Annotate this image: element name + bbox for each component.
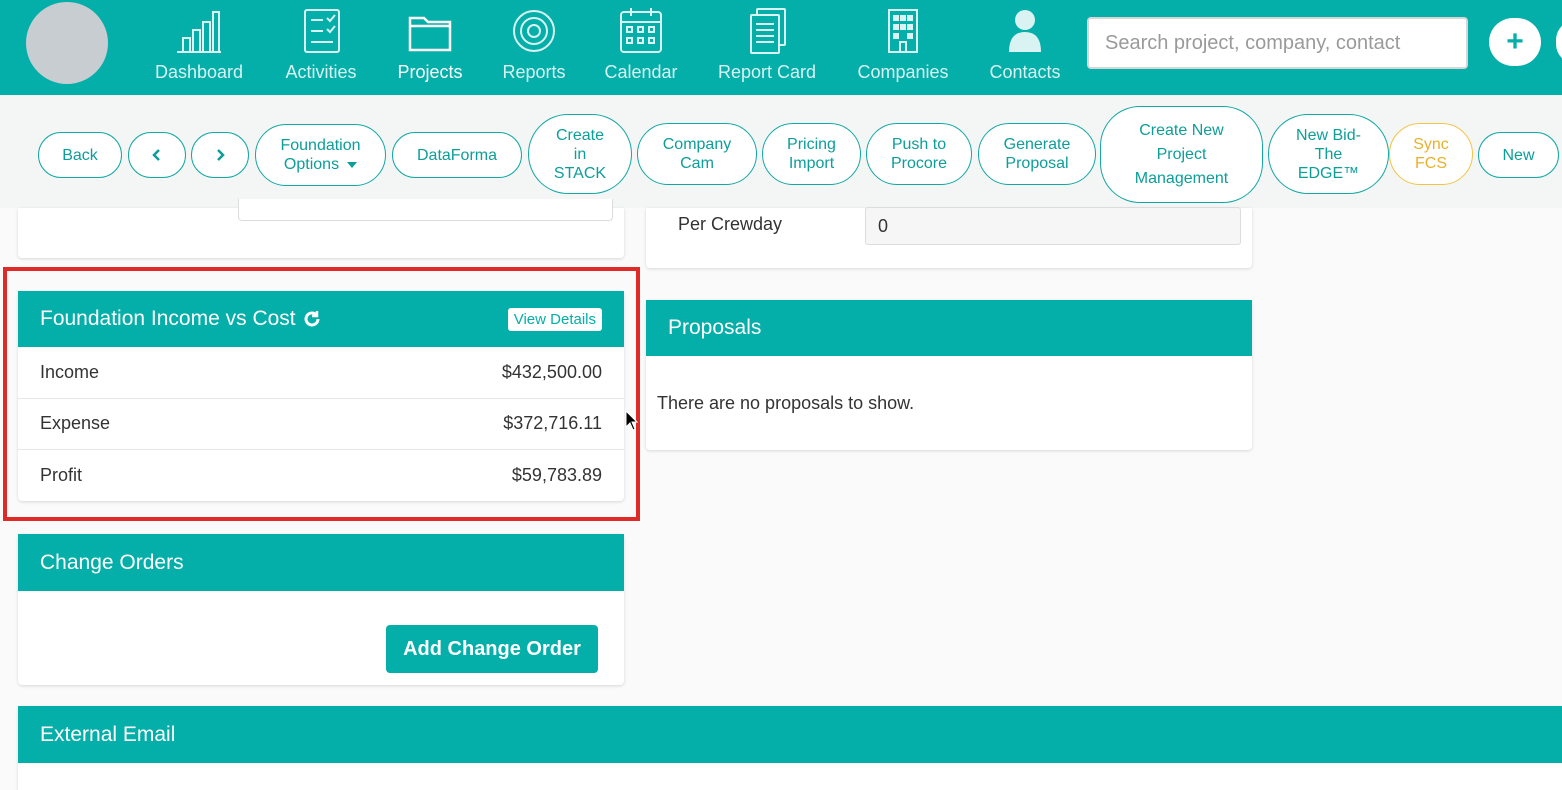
per-crewday-field: 0: [865, 207, 1241, 245]
user-menu-button[interactable]: [1556, 20, 1562, 64]
new-button[interactable]: New: [1478, 132, 1559, 178]
row-label: Expense: [40, 413, 111, 434]
foundation-options-dropdown[interactable]: Foundation Options: [255, 124, 386, 186]
create-in-stack-button[interactable]: Create in STACK: [528, 114, 632, 194]
person-icon: [1009, 10, 1041, 52]
row-value: $59,783.89: [511, 465, 602, 486]
company-cam-button[interactable]: Company Cam: [637, 123, 757, 185]
folder-icon: [408, 16, 452, 52]
external-email-title: External Email: [40, 722, 176, 746]
change-orders-title: Change Orders: [40, 550, 184, 574]
foundation-options-label: Foundation Options: [280, 137, 361, 173]
avatar[interactable]: [26, 2, 108, 84]
next-button[interactable]: [191, 132, 249, 178]
documents-icon: [750, 8, 786, 54]
chevron-left-icon: [152, 149, 160, 161]
row-value: $372,716.11: [503, 413, 602, 434]
nav-label: Report Card: [717, 62, 817, 82]
proposals-card: Proposals There are no proposals to show…: [646, 300, 1252, 450]
target-icon: [513, 10, 555, 52]
nav-label: Dashboard: [154, 62, 244, 82]
push-to-procore-button[interactable]: Push to Procore: [866, 123, 972, 185]
nav-projects[interactable]: Projects: [392, 6, 468, 92]
income-row: Income $432,500.00: [18, 347, 624, 399]
add-change-order-button[interactable]: Add Change Order: [386, 625, 598, 673]
external-email-header: External Email: [18, 706, 1562, 763]
row-label: Income: [40, 361, 100, 382]
bar-chart-icon: [177, 11, 221, 53]
caret-down-icon: [347, 161, 358, 168]
back-button[interactable]: Back: [38, 132, 122, 178]
pricing-import-button[interactable]: Pricing Import: [762, 123, 861, 185]
nav-label: Contacts: [989, 62, 1061, 82]
external-email-card: External Email: [18, 706, 1562, 790]
refresh-icon[interactable]: [302, 309, 322, 329]
foundation-income-card: Foundation Income vs Cost View Details I…: [18, 291, 624, 501]
profit-row: Profit $59,783.89: [18, 450, 624, 502]
nav-calendar[interactable]: Calendar: [600, 6, 682, 92]
proposals-empty-message: There are no proposals to show.: [657, 393, 915, 413]
nav-label: Calendar: [604, 62, 678, 82]
checklist-icon: [304, 9, 340, 53]
calendar-icon: [620, 8, 662, 53]
nav-contacts[interactable]: Contacts: [984, 6, 1066, 92]
text-field[interactable]: [238, 199, 613, 221]
nav-report-card[interactable]: Report Card: [714, 6, 820, 92]
income-rows: Income $432,500.00 Expense $372,716.11 P…: [18, 347, 624, 502]
nav-reports[interactable]: Reports: [498, 6, 570, 92]
nav-activities[interactable]: Activities: [280, 6, 362, 92]
per-crewday-label: Per Crewday: [678, 214, 783, 234]
sync-fcs-button[interactable]: Sync FCS: [1389, 123, 1473, 185]
income-card-title: Foundation Income vs Cost: [40, 307, 296, 330]
view-details-button[interactable]: View Details: [507, 307, 602, 331]
nav-label: Projects: [397, 62, 463, 82]
proposals-header: Proposals: [646, 300, 1252, 356]
dataforma-button[interactable]: DataForma: [392, 132, 522, 178]
generate-proposal-button[interactable]: Generate Proposal: [978, 123, 1096, 185]
building-icon: [888, 9, 918, 53]
income-card-header: Foundation Income vs Cost View Details: [18, 291, 624, 347]
nav-companies[interactable]: Companies: [852, 6, 954, 92]
nav-label: Companies: [857, 62, 949, 82]
add-button[interactable]: +: [1489, 18, 1541, 66]
new-bid-edge-button[interactable]: New Bid- The EDGE™: [1268, 114, 1389, 194]
create-new-project-management-button[interactable]: Create New Project Management: [1100, 106, 1263, 203]
row-value: $432,500.00: [501, 361, 602, 382]
row-label: Profit: [40, 465, 83, 486]
previous-button[interactable]: [128, 132, 186, 178]
expense-row: Expense $372,716.11: [18, 399, 624, 450]
search-input[interactable]: [1087, 17, 1468, 69]
proposals-title: Proposals: [668, 316, 762, 339]
nav-dashboard[interactable]: Dashboard: [151, 6, 247, 92]
chevron-right-icon: [217, 149, 225, 161]
nav-label: Activities: [285, 62, 357, 82]
change-orders-header: Change Orders: [18, 534, 624, 591]
nav-label: Reports: [502, 62, 566, 82]
top-navbar: Dashboard Activities Projects Reports Ca…: [0, 0, 1562, 95]
mouse-cursor-icon: [625, 410, 639, 431]
